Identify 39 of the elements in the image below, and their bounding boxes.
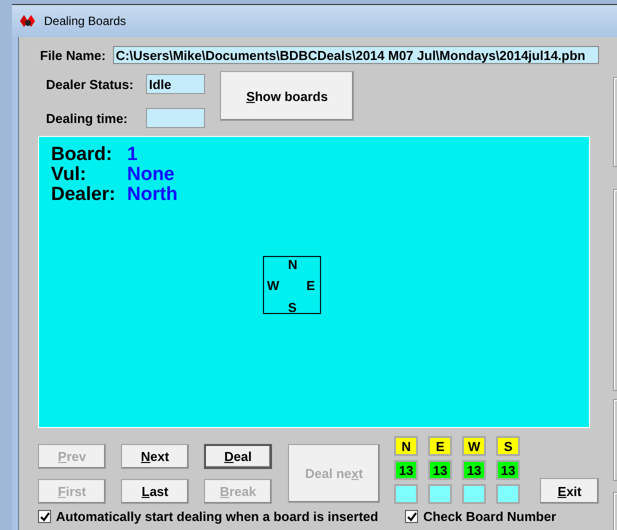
- east-label: E: [306, 278, 315, 293]
- seat-status-box: [428, 484, 452, 504]
- vulnerability-label: Vul:: [51, 165, 88, 185]
- seat-indicator: N: [394, 436, 418, 456]
- seat-indicator: E: [428, 436, 452, 456]
- dealing-time-label: Dealing time:: [46, 110, 129, 126]
- seat-status-box: [496, 484, 520, 504]
- option-label: Check Board Number: [423, 509, 556, 524]
- card-count: 13: [428, 460, 452, 480]
- vulnerability-value: None: [127, 165, 176, 185]
- file-name-label: File Name:: [40, 48, 106, 62]
- show-boards-button[interactable]: Show boards: [220, 71, 354, 121]
- exit-button[interactable]: Exit: [540, 478, 599, 504]
- card-count: 13: [394, 460, 418, 480]
- card-count: 13: [496, 460, 520, 480]
- dealing-time-field[interactable]: [146, 108, 205, 128]
- north-label: N: [288, 257, 298, 272]
- checkbox[interactable]: [405, 510, 418, 523]
- board-number: 1: [127, 145, 139, 165]
- option-label: Automatically start dealing when a board is inserted: [56, 509, 378, 524]
- dealer-status-field[interactable]: Idle: [146, 74, 205, 94]
- app-icon: [20, 13, 36, 29]
- checkbox[interactable]: [38, 510, 51, 523]
- west-label: W: [267, 278, 280, 293]
- south-label: S: [288, 300, 297, 315]
- card-count: 13: [462, 460, 486, 480]
- dealing-button[interactable]: Last: [121, 479, 189, 504]
- window-title: Dealing Boards: [44, 14, 126, 28]
- seat-indicator: S: [496, 436, 520, 456]
- board-label: Board:: [51, 145, 114, 165]
- dealing-button[interactable]: Deal: [204, 444, 272, 469]
- dealer-value: North: [127, 185, 178, 205]
- dealing-button[interactable]: Next: [121, 444, 189, 469]
- dealer-status-label: Dealer Status:: [46, 76, 134, 92]
- file-name-field[interactable]: C:\Users\Mike\Documents\BDBCDeals\2014 M07 Jul\Mondays\2014jul14.pbn: [112, 46, 599, 64]
- dealer-label: Dealer:: [51, 185, 116, 205]
- seat-status-box: [394, 484, 418, 504]
- seat-indicator: W: [462, 436, 486, 456]
- seat-status-box: [462, 484, 486, 504]
